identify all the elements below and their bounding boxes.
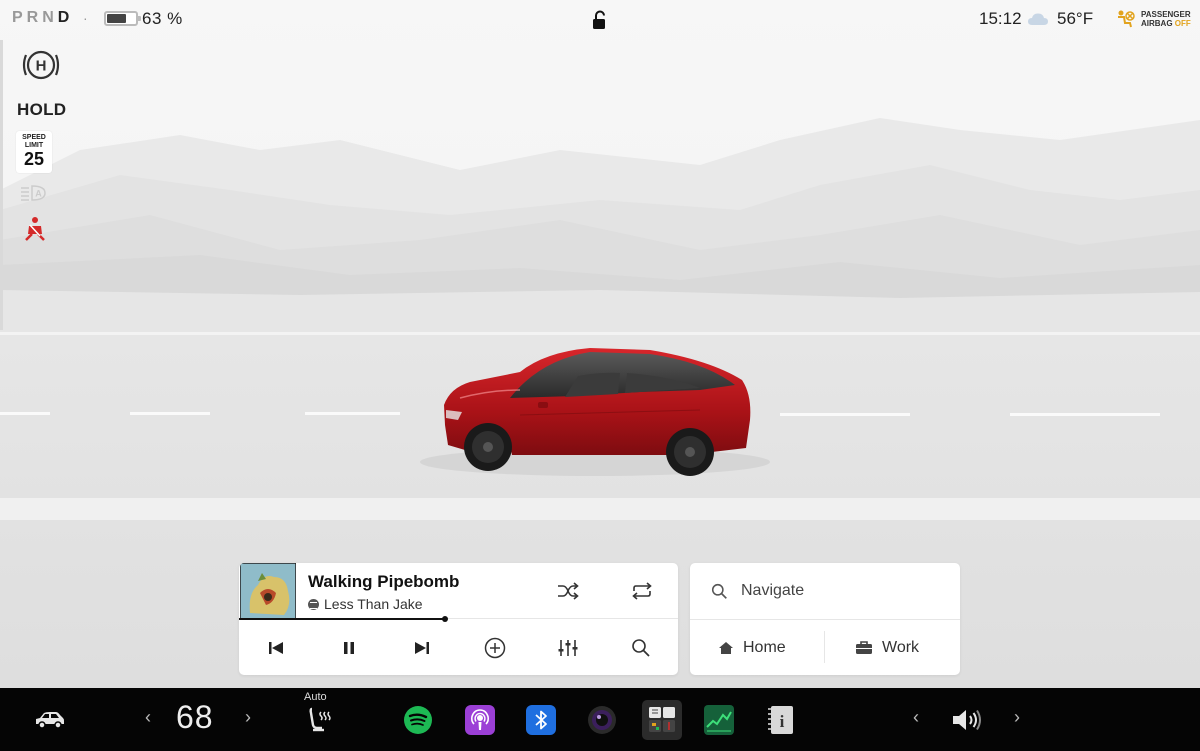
seat-heater-icon xyxy=(309,707,331,732)
artist-row: Less Than Jake xyxy=(308,596,423,612)
equalizer-button[interactable] xyxy=(554,634,582,662)
clock: 15:12 xyxy=(979,9,1022,28)
album-art[interactable] xyxy=(240,563,296,619)
work-label: Work xyxy=(882,638,920,656)
pause-button[interactable] xyxy=(335,634,363,662)
status-bar: PRND · 63 % 15:12 56°F PASSENGER AIRBAG … xyxy=(0,0,1200,38)
spotify-small-icon xyxy=(308,598,319,610)
volume-button[interactable] xyxy=(950,706,984,734)
search-icon xyxy=(711,583,727,599)
navigate-placeholder: Navigate xyxy=(741,582,805,599)
previous-button[interactable] xyxy=(262,634,290,662)
progress-fill xyxy=(239,618,445,620)
passenger-airbag-status: PASSENGER AIRBAG OFF xyxy=(1141,10,1191,28)
home-icon xyxy=(719,641,733,654)
podcasts-app-button[interactable] xyxy=(464,704,496,736)
equalizer-icon xyxy=(558,640,578,656)
airbag-off-label: OFF xyxy=(1174,19,1191,28)
main-screen: PRND · 63 % 15:12 56°F PASSENGER AIRBAG … xyxy=(0,0,1200,688)
svg-text:i: i xyxy=(780,712,785,731)
temp-down-button[interactable]: ‹ xyxy=(145,707,151,728)
repeat-button[interactable] xyxy=(628,577,656,605)
gear-d: D xyxy=(57,9,74,26)
gear-p: P xyxy=(12,9,27,26)
gear-r: R xyxy=(26,9,43,26)
separator-dot: · xyxy=(83,10,88,26)
manual-icon: i xyxy=(768,706,793,734)
speed-limit-value: 25 xyxy=(23,149,45,169)
hold-label: HOLD xyxy=(17,100,67,119)
shuffle-icon xyxy=(558,582,579,600)
stocks-icon xyxy=(704,705,734,735)
gear-n: N xyxy=(42,9,58,26)
toybox-app-button[interactable] xyxy=(642,700,682,740)
battery-percent: 63 % xyxy=(142,9,183,28)
svg-text:A: A xyxy=(35,189,42,199)
previous-icon xyxy=(269,642,283,654)
spotify-app-button[interactable] xyxy=(402,704,434,736)
home-label: Home xyxy=(743,638,786,656)
briefcase-icon xyxy=(856,641,872,654)
battery-fill xyxy=(107,14,126,23)
toybox-icon xyxy=(649,707,675,732)
left-edge-handle[interactable] xyxy=(0,40,3,330)
add-icon xyxy=(484,637,506,659)
next-button[interactable] xyxy=(408,634,436,662)
work-button[interactable]: Work xyxy=(855,620,919,675)
next-icon xyxy=(415,642,429,654)
hold-icon: H xyxy=(22,50,60,80)
svg-text:H: H xyxy=(36,58,47,75)
progress-knob[interactable] xyxy=(442,616,448,622)
camera-app-button[interactable] xyxy=(586,704,618,736)
seatbelt-warning-icon xyxy=(25,217,45,241)
bluetooth-icon xyxy=(526,705,556,735)
speed-limit-sign: SPEED LIMIT 25 xyxy=(16,131,52,173)
cloud-icon xyxy=(1028,13,1048,25)
battery-icon xyxy=(104,11,141,26)
bluetooth-app-button[interactable] xyxy=(525,704,557,736)
seat-heater-mode: Auto xyxy=(304,691,327,703)
navigate-search-field[interactable]: Navigate xyxy=(690,563,960,619)
pause-icon xyxy=(344,642,354,654)
cabin-temperature[interactable]: 68 xyxy=(176,699,214,736)
search-icon xyxy=(632,639,650,657)
car-controls-button[interactable] xyxy=(32,706,68,732)
seat-heater-button[interactable] xyxy=(304,704,336,736)
gear-selector: PRND xyxy=(12,9,73,27)
manual-app-button[interactable]: i xyxy=(765,704,797,736)
airbag-icon xyxy=(1118,10,1135,28)
media-search-button[interactable] xyxy=(627,634,655,662)
artist-name: Less Than Jake xyxy=(324,596,423,612)
add-to-library-button[interactable] xyxy=(481,634,509,662)
auto-high-beam-icon: A xyxy=(21,185,46,201)
stocks-app-button[interactable] xyxy=(703,704,735,736)
lock-icon[interactable] xyxy=(590,10,608,30)
nav-vertical-divider xyxy=(824,631,825,663)
volume-icon xyxy=(953,709,981,731)
shuffle-button[interactable] xyxy=(554,577,582,605)
volume-up-button[interactable]: › xyxy=(1014,707,1020,728)
navigation-card: Navigate Home Work xyxy=(690,563,960,675)
bottom-dock: ‹ 68 › Auto i ‹ › xyxy=(0,688,1200,751)
temp-up-button[interactable]: › xyxy=(245,707,251,728)
spotify-icon xyxy=(404,706,432,734)
camera-icon xyxy=(588,706,616,734)
volume-down-button[interactable]: ‹ xyxy=(913,707,919,728)
outside-temperature: 56°F xyxy=(1057,9,1094,28)
track-title: Walking Pipebomb xyxy=(308,572,460,591)
media-player-card[interactable]: Walking Pipebomb Less Than Jake xyxy=(239,563,678,675)
podcasts-icon xyxy=(465,705,495,735)
home-button[interactable]: Home xyxy=(718,620,786,675)
repeat-icon xyxy=(632,582,652,600)
car-icon xyxy=(36,712,64,729)
